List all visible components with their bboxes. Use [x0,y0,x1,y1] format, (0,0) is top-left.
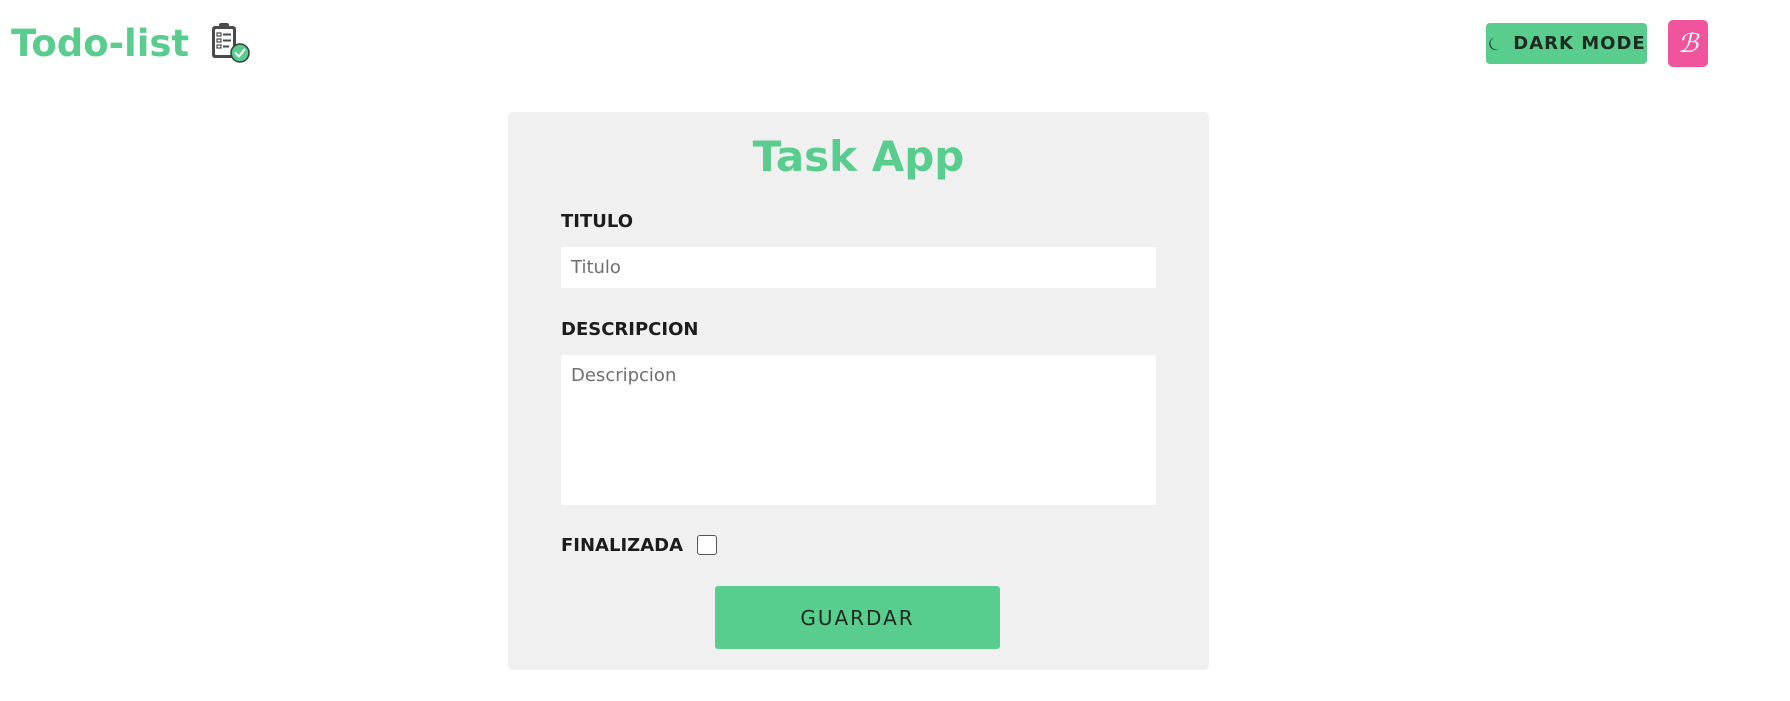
brand-title: Todo-list [11,21,190,65]
brand: Todo-list [11,18,253,68]
titulo-label: TITULO [561,211,633,232]
dark-mode-toggle[interactable]: DARK MODE [1486,23,1647,64]
guardar-label: GUARDAR [800,605,915,630]
clipboard-check-icon [212,23,250,63]
descripcion-label: DESCRIPCION [561,319,699,340]
descripcion-textarea[interactable] [561,355,1156,505]
bootstrap-icon: ℬ [1677,28,1699,59]
finalizada-checkbox[interactable] [697,535,718,555]
dark-mode-label: DARK MODE [1513,33,1646,54]
guardar-button[interactable]: GUARDAR [715,586,1000,649]
bootstrap-link[interactable]: ℬ [1668,20,1708,67]
task-form-card: Task App TITULO DESCRIPCION FINALIZADA G… [508,112,1209,670]
moon-icon [1489,36,1500,50]
finalizada-label: FINALIZADA [561,534,684,556]
finalizada-row: FINALIZADA [561,533,718,557]
form-title: Task App [752,132,965,181]
titulo-input[interactable] [561,247,1156,288]
